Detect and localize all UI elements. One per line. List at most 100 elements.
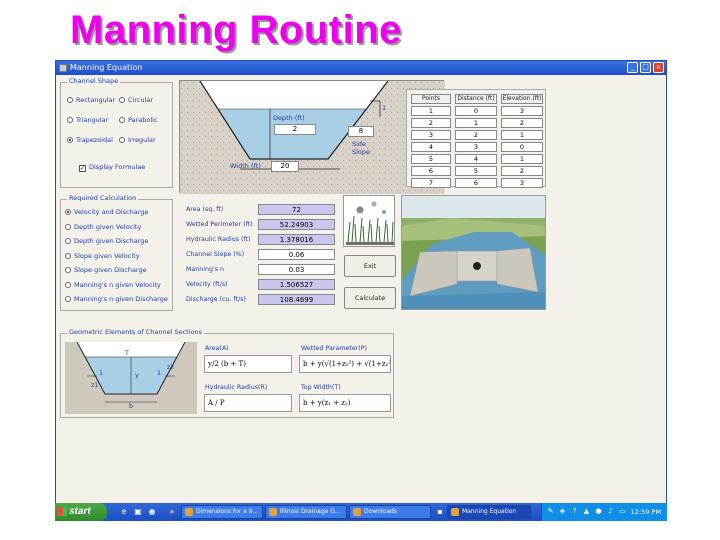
depth-input[interactable]: 2 <box>274 124 316 135</box>
tray-shield-icon[interactable]: ▲ <box>582 507 591 516</box>
channel-slope-input[interactable]: 0.06 <box>258 249 335 260</box>
elevation-cell[interactable]: 3 <box>501 178 543 188</box>
start-button[interactable]: start <box>55 503 107 521</box>
radio-velocity-discharge[interactable]: Velocity and Discharge <box>65 208 148 216</box>
display-formulae-checkbox[interactable]: ✓ Display Formulae <box>79 163 145 172</box>
slope-ratio-label: 1 <box>382 104 387 112</box>
maximize-button[interactable]: □ <box>640 62 651 73</box>
irregular-points-table: Points 1 2 3 4 5 6 7 Distance (ft) 0 1 2… <box>406 89 546 188</box>
radio-parabolic[interactable]: Parabolic <box>119 116 158 124</box>
desktop-icon[interactable]: ▣ <box>133 507 143 517</box>
media-icon[interactable]: ◉ <box>147 507 157 517</box>
browser-icon <box>269 508 277 516</box>
tray-volume-icon[interactable]: ♪ <box>606 507 615 516</box>
side-slope-label-2: Slope <box>352 148 371 156</box>
elevation-cell[interactable]: 0 <box>501 142 543 152</box>
distance-cell[interactable]: 4 <box>455 154 497 164</box>
radio-irregular[interactable]: Irregular <box>119 136 156 144</box>
tray-network-icon[interactable]: ◈ <box>558 507 567 516</box>
task-illinois-drainage[interactable]: Illinois Drainage G... <box>265 505 347 519</box>
radio-n-given-discharge[interactable]: Manning's n given Discharge <box>65 295 168 303</box>
area-formula-label: Area(A) <box>205 345 229 352</box>
window-client: Channel Shape Rectangular Circular Trian… <box>56 75 666 503</box>
distance-cell[interactable]: 2 <box>455 130 497 140</box>
tray-help-icon[interactable]: ? <box>570 507 579 516</box>
required-calculation-legend: Required Calculation <box>67 194 139 202</box>
fig-label-one-right: 1 <box>157 370 162 377</box>
points-cell: 1 <box>411 106 451 116</box>
radio-n-given-velocity[interactable]: Manning's n given Velocity <box>65 281 161 289</box>
distance-cell[interactable]: 1 <box>455 118 497 128</box>
radio-rectangular[interactable]: Rectangular <box>67 96 115 104</box>
top-width-formula: b + y(z₁ + z₂) <box>299 394 391 412</box>
top-width-label: Top Width(T) <box>301 384 341 391</box>
radio-indicator <box>67 137 73 143</box>
window-icon <box>185 508 193 516</box>
hydraulic-radius-label: Hydraulic Radius (ft) <box>186 236 251 243</box>
radio-trapezoidal[interactable]: Trapezoidal <box>67 136 113 144</box>
radio-indicator <box>65 267 71 273</box>
window-title: Manning Equation <box>70 63 143 72</box>
calculate-button[interactable]: Calculate <box>344 287 396 309</box>
result-row-channel-slope: Channel Slope (%) 0.06 <box>182 248 342 262</box>
channel-landscape-image <box>401 195 546 310</box>
elevation-cell[interactable]: 1 <box>501 154 543 164</box>
result-row-mannings-n: Manning's n 0.03 <box>182 263 342 277</box>
channel-diagram: Depth (ft) 2 Width (ft) 20 8 Side Slope … <box>179 80 445 194</box>
mannings-n-label: Manning's n <box>186 266 225 273</box>
quicklaunch-overflow-icon[interactable]: » <box>167 507 177 517</box>
geometric-elements-group: Geometric Elements of Channel Sections T… <box>60 328 394 418</box>
elevation-cell[interactable]: 2 <box>501 166 543 176</box>
exit-button[interactable]: Exit <box>344 255 396 277</box>
manning-window: Manning Equation _ □ × Channel Shape Rec… <box>55 60 667 504</box>
system-tray: ✎ ◈ ? ▲ ● ♪ ▭ 12:59 PM <box>541 503 667 521</box>
radio-depth-given-velocity[interactable]: Depth given Velocity <box>65 223 141 231</box>
minimize-button[interactable]: _ <box>627 62 638 73</box>
fig-label-T: T <box>125 350 129 357</box>
tray-update-icon[interactable]: ● <box>594 507 603 516</box>
radio-slope-given-velocity[interactable]: Slope given Velocity <box>65 252 140 260</box>
tray-tools-icon[interactable]: ✎ <box>546 507 555 516</box>
radio-triangular[interactable]: Triangular <box>67 116 108 124</box>
close-button[interactable]: × <box>653 62 664 73</box>
velocity-value: 1.506527 <box>258 279 335 290</box>
area-formula: y/2 (b + T) <box>204 355 292 373</box>
windows-flag-icon <box>58 507 67 516</box>
radio-indicator <box>119 117 125 123</box>
side-slope-input[interactable]: 8 <box>348 126 374 137</box>
ie-icon[interactable]: e <box>119 507 129 517</box>
task-downloads[interactable]: Downloads <box>349 505 431 519</box>
distance-cell[interactable]: 6 <box>455 178 497 188</box>
radio-slope-given-discharge[interactable]: Slope given Discharge <box>65 266 147 274</box>
depth-label: Depth (ft) <box>273 114 305 122</box>
channel-shape-legend: Channel Shape <box>67 77 121 85</box>
width-label: Width (ft) <box>230 162 261 170</box>
hydraulic-radius-formula: A / P <box>204 394 292 412</box>
geometric-elements-legend: Geometric Elements of Channel Sections <box>67 328 204 336</box>
fig-label-b: b <box>129 403 133 410</box>
mannings-n-input[interactable]: 0.03 <box>258 264 335 275</box>
radio-circular[interactable]: Circular <box>119 96 153 104</box>
radio-indicator <box>65 224 71 230</box>
required-calculation-group: Required Calculation Velocity and Discha… <box>60 194 173 311</box>
points-header: Points <box>411 94 451 104</box>
elevation-cell[interactable]: 2 <box>501 118 543 128</box>
radio-depth-given-discharge[interactable]: Depth given Discharge <box>65 237 148 245</box>
radio-indicator <box>65 296 71 302</box>
distance-cell[interactable]: 3 <box>455 142 497 152</box>
distance-cell[interactable]: 0 <box>455 106 497 116</box>
task-dimensions[interactable]: Dimensions for a 9... <box>181 505 263 519</box>
window-titlebar[interactable]: Manning Equation _ □ × <box>56 61 666 75</box>
elevation-cell[interactable]: 1 <box>501 130 543 140</box>
area-label: Area (sq. ft) <box>186 206 224 213</box>
grass-roughness-image <box>343 195 395 247</box>
app-icon <box>59 64 67 72</box>
radio-indicator <box>119 97 125 103</box>
width-input[interactable]: 20 <box>271 161 299 172</box>
tray-display-icon[interactable]: ▭ <box>618 507 627 516</box>
task-manning-equation[interactable]: Manning Equation <box>447 505 531 519</box>
elevation-cell[interactable]: 3 <box>501 106 543 116</box>
radio-indicator <box>67 117 73 123</box>
distance-cell[interactable]: 5 <box>455 166 497 176</box>
radio-indicator <box>65 238 71 244</box>
